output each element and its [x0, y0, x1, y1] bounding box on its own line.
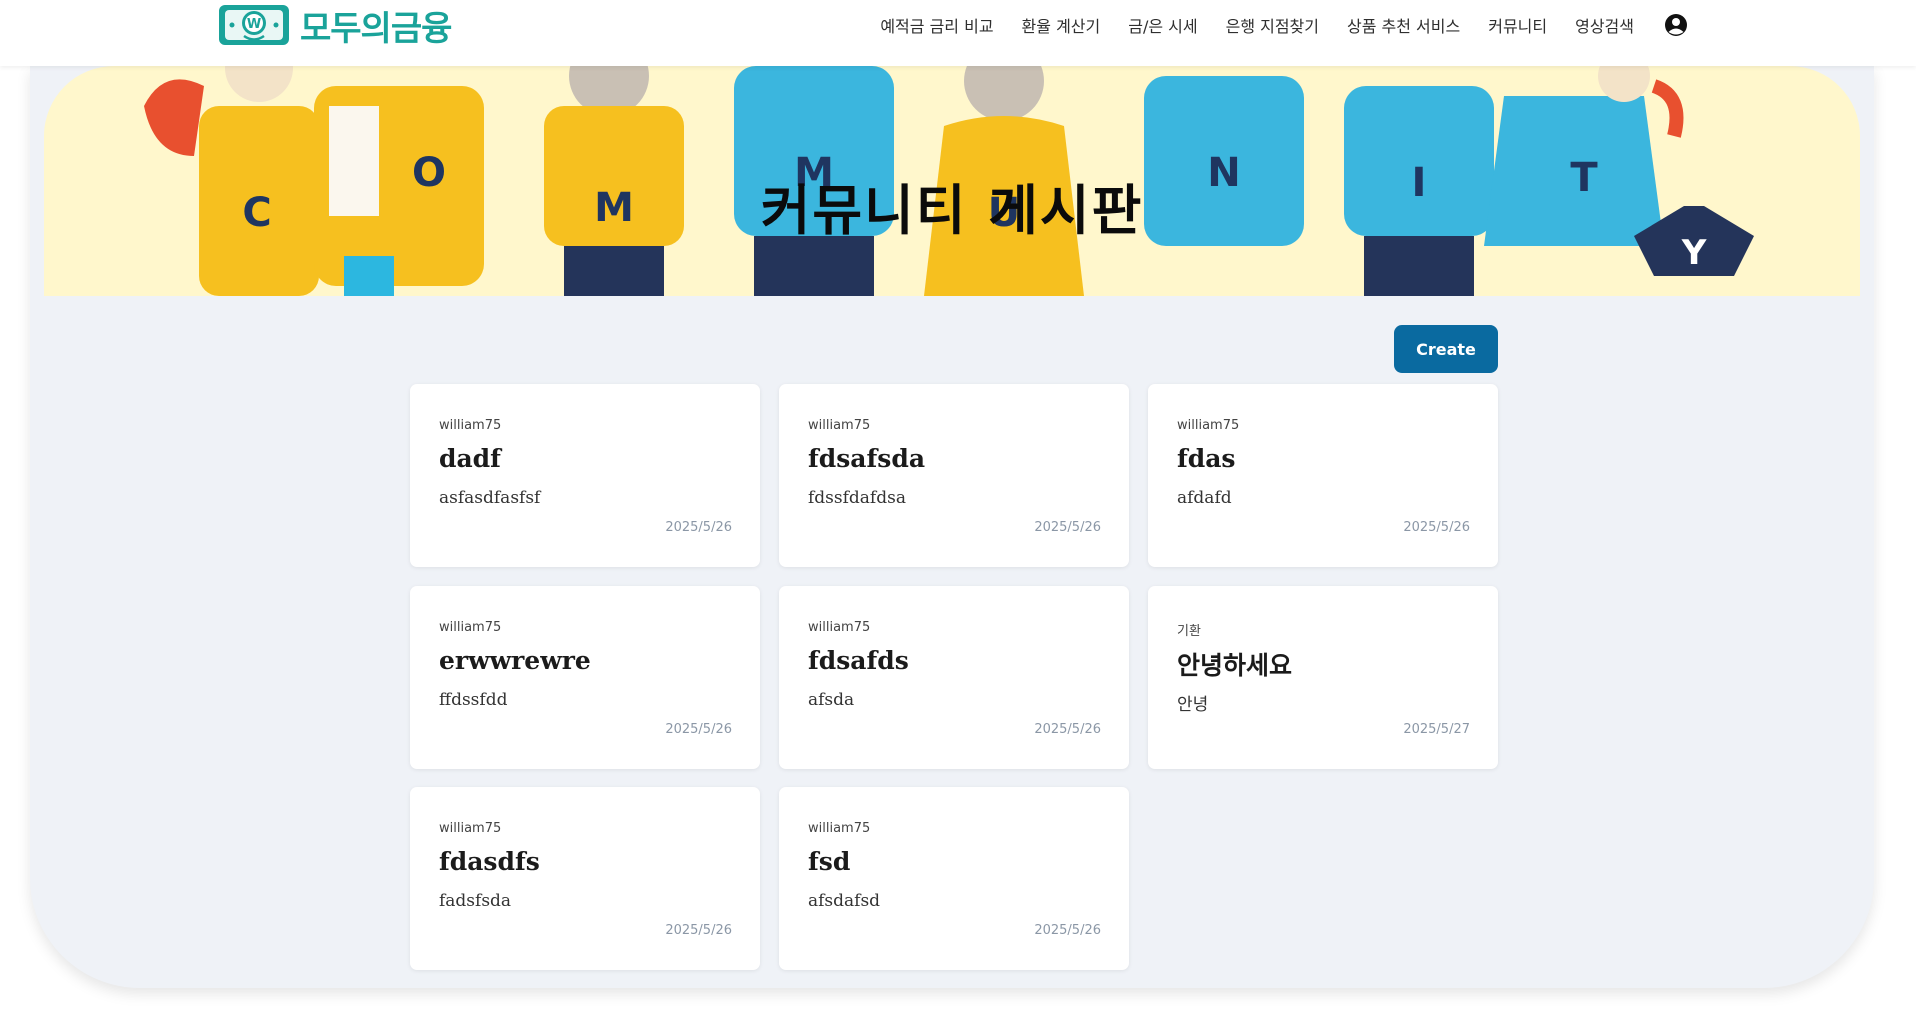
create-post-button[interactable]: Create	[1394, 325, 1498, 373]
post-date: 2025/5/27	[1403, 722, 1470, 737]
post-card[interactable]: william75 erwwrewre ffdssfdd 2025/5/26	[410, 586, 760, 769]
page-title: 커뮤니티 게시판	[760, 179, 1144, 242]
post-card[interactable]: william75 fdsafsda fdssfdafdsa 2025/5/26	[779, 384, 1129, 567]
post-author: william75	[1177, 418, 1240, 433]
post-date: 2025/5/26	[665, 923, 732, 938]
post-author: william75	[808, 821, 871, 836]
post-card[interactable]: 기환 안녕하세요 안녕 2025/5/27	[1148, 586, 1498, 769]
post-body: asfasdfasfsf	[439, 488, 541, 508]
post-date: 2025/5/26	[1034, 923, 1101, 938]
nav-community[interactable]: 커뮤니티	[1488, 13, 1547, 37]
logo-text: 모두의금융	[300, 8, 452, 49]
post-body: afsdafsd	[808, 891, 881, 911]
post-title: fsd	[808, 847, 851, 876]
nav-deposit-rates[interactable]: 예적금 금리 비교	[880, 13, 993, 37]
post-card[interactable]: william75 dadf asfasdfasfsf 2025/5/26	[410, 384, 760, 567]
nav-exchange-calculator[interactable]: 환율 계산기	[1022, 13, 1101, 37]
post-title: fdsafsda	[808, 444, 926, 473]
post-date: 2025/5/26	[1403, 520, 1470, 535]
community-banner: C O M M U N I T Y 커뮤니티 게시판	[44, 66, 1860, 296]
post-author: 기환	[1177, 624, 1201, 639]
post-body: afsda	[808, 690, 855, 710]
post-author: william75	[808, 418, 871, 433]
post-title: erwwrewre	[439, 646, 591, 675]
post-date: 2025/5/26	[665, 520, 732, 535]
post-date: 2025/5/26	[665, 722, 732, 737]
post-author: william75	[808, 620, 871, 635]
site-logo[interactable]: W 모두의금융	[218, 3, 452, 49]
post-body: afdafd	[1177, 488, 1232, 508]
post-title: fdasdfs	[439, 847, 540, 876]
post-title: dadf	[439, 444, 501, 473]
svg-text:W: W	[247, 17, 261, 32]
community-panel: C O M M U N I T Y 커뮤니티 게시판 Create willia…	[30, 66, 1874, 988]
post-date: 2025/5/26	[1034, 722, 1101, 737]
post-body: 안녕	[1177, 695, 1209, 715]
post-author: william75	[439, 821, 502, 836]
user-circle-icon[interactable]	[1664, 13, 1688, 37]
post-card[interactable]: william75 fsd afsdafsd 2025/5/26	[779, 787, 1129, 970]
top-navbar: W 모두의금융 예적금 금리 비교 환율 계산기 금/은 시세 은행 지점찾기 …	[0, 0, 1916, 66]
nav-video-search[interactable]: 영상검색	[1575, 13, 1634, 37]
post-author: william75	[439, 418, 502, 433]
post-author: william75	[439, 620, 502, 635]
post-title: fdas	[1177, 444, 1236, 473]
nav-gold-silver-prices[interactable]: 금/은 시세	[1128, 13, 1197, 37]
logo-icon: W	[218, 3, 290, 47]
post-card[interactable]: william75 fdasdfs fadsfsda 2025/5/26	[410, 787, 760, 970]
main-nav: 예적금 금리 비교 환율 계산기 금/은 시세 은행 지점찾기 상품 추천 서비…	[880, 0, 1688, 50]
post-body: fadsfsda	[439, 891, 512, 911]
nav-product-recommendation[interactable]: 상품 추천 서비스	[1347, 13, 1460, 37]
post-date: 2025/5/26	[1034, 520, 1101, 535]
post-card[interactable]: william75 fdas afdafd 2025/5/26	[1148, 384, 1498, 567]
post-title: fdsafds	[808, 646, 909, 675]
post-title: 안녕하세요	[1177, 651, 1293, 680]
post-card[interactable]: william75 fdsafds afsda 2025/5/26	[779, 586, 1129, 769]
post-body: fdssfdafdsa	[808, 488, 906, 508]
nav-bank-branch-finder[interactable]: 은행 지점찾기	[1226, 13, 1319, 37]
post-body: ffdssfdd	[439, 690, 508, 710]
